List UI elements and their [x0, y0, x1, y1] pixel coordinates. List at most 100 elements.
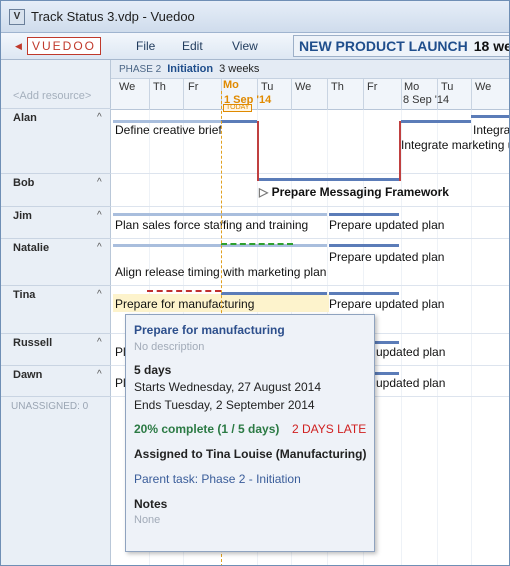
- collapse-chevron-icon[interactable]: ^: [97, 289, 102, 300]
- tooltip-duration: 5 days: [134, 363, 172, 377]
- day-divider: [363, 79, 364, 110]
- today-day-label: Mo: [223, 79, 239, 91]
- task-bar[interactable]: [329, 213, 399, 216]
- tooltip-start: Starts Wednesday, 27 August 2014: [134, 380, 322, 394]
- resource-bob[interactable]: Bob: [13, 177, 34, 189]
- project-duration: 18 weeks: [473, 38, 509, 54]
- task-bar[interactable]: [113, 213, 327, 216]
- day-label: Tu: [261, 81, 274, 93]
- resource-dawn[interactable]: Dawn: [13, 369, 42, 381]
- task-updated-plan[interactable]: updated plan: [376, 345, 445, 359]
- task-label: Prepare Messaging Framework: [271, 185, 449, 199]
- row-divider: [111, 173, 509, 174]
- task-bar[interactable]: [259, 178, 399, 181]
- task-bar[interactable]: [221, 292, 327, 295]
- resource-jim[interactable]: Jim: [13, 210, 32, 222]
- grid-line: [471, 110, 472, 565]
- task-bar[interactable]: [329, 244, 399, 247]
- menu-edit[interactable]: Edit: [182, 39, 203, 53]
- row-divider: [1, 333, 111, 334]
- day-divider: [471, 79, 472, 110]
- menu-view[interactable]: View: [232, 39, 258, 53]
- grid-line: [437, 110, 438, 565]
- collapse-chevron-icon[interactable]: ^: [97, 242, 102, 253]
- task-bar[interactable]: [221, 120, 257, 123]
- task-prepare-messaging-framework[interactable]: ▷ Prepare Messaging Framework: [259, 185, 449, 199]
- late-indicator: [147, 290, 221, 292]
- row-divider: [1, 396, 111, 397]
- app-window: V Track Status 3.vdp - Vuedoo ◀ VUEDOO F…: [0, 0, 510, 566]
- week-date-label: 8 Sep '14: [403, 94, 450, 106]
- task-bar[interactable]: [471, 115, 509, 118]
- dependency-arrow: [257, 121, 259, 181]
- day-divider: [291, 79, 292, 110]
- progress-indicator: [221, 243, 293, 245]
- collapse-chevron-icon[interactable]: ^: [97, 337, 102, 348]
- task-define-creative-brief[interactable]: Define creative brief: [115, 123, 222, 137]
- collapse-chevron-icon[interactable]: ^: [97, 369, 102, 380]
- task-prepare-updated-plan[interactable]: Prepare updated plan: [329, 297, 444, 311]
- timeline-header: We Th Fr Mo Tu We Th Fr Mo Tu We 1 Sep '…: [111, 79, 509, 112]
- task-prepare-updated-plan[interactable]: Prepare updated plan: [329, 218, 444, 232]
- task-updated-plan[interactable]: updated plan: [376, 376, 445, 390]
- window-title: Track Status 3.vdp - Vuedoo: [31, 9, 195, 24]
- tooltip-title: Prepare for manufacturing: [134, 323, 285, 337]
- phase-label: PHASE 2: [119, 64, 162, 75]
- collapse-chevron-icon[interactable]: ^: [97, 210, 102, 221]
- day-label: Mo: [404, 81, 420, 93]
- expand-triangle-icon[interactable]: ▷: [259, 185, 272, 199]
- phase-name[interactable]: Initiation: [167, 63, 213, 75]
- day-label: Fr: [188, 81, 199, 93]
- row-divider: [1, 173, 111, 174]
- day-divider: [149, 79, 150, 110]
- app-icon: V: [9, 9, 25, 25]
- task-plan-sales-force[interactable]: Plan sales force staffing and training: [115, 218, 308, 232]
- task-integrat[interactable]: Integrat: [473, 123, 509, 137]
- collapse-chevron-icon[interactable]: ^: [97, 177, 102, 188]
- phase-duration: 3 weeks: [219, 63, 260, 75]
- vuedoo-logo[interactable]: VUEDOO: [27, 37, 101, 55]
- tooltip-notes: None: [134, 514, 161, 526]
- row-divider: [1, 206, 111, 207]
- tooltip-parent-task[interactable]: Parent task: Phase 2 - Initiation: [134, 472, 301, 486]
- project-title-box[interactable]: NEW PRODUCT LAUNCH 18 weeks: [293, 35, 509, 57]
- resource-tina[interactable]: Tina: [13, 289, 35, 301]
- add-resource-button[interactable]: <Add resource>: [13, 90, 91, 102]
- tooltip-assigned: Assigned to Tina Louise (Manufacturing): [134, 447, 367, 461]
- resource-russell[interactable]: Russell: [13, 337, 52, 349]
- unassigned-count: UNASSIGNED: 0: [11, 401, 89, 412]
- task-prepare-updated-plan[interactable]: Prepare updated plan: [329, 250, 444, 264]
- day-label: We: [475, 81, 492, 93]
- row-divider: [1, 365, 111, 366]
- day-divider: [183, 79, 184, 110]
- tooltip-end: Ends Tuesday, 2 September 2014: [134, 398, 315, 412]
- resource-panel: <Add resource> Alan ^ Bob ^ Jim ^ Natali…: [1, 60, 111, 565]
- resource-alan[interactable]: Alan: [13, 112, 37, 124]
- menu-file[interactable]: File: [136, 39, 155, 53]
- day-label: Tu: [441, 81, 454, 93]
- day-label: We: [295, 81, 312, 93]
- today-tag: TODAY: [223, 104, 253, 112]
- task-bar[interactable]: [329, 292, 399, 295]
- tooltip-complete: 20% complete (1 / 5 days): [134, 422, 280, 436]
- title-bar: V Track Status 3.vdp - Vuedoo: [1, 1, 509, 33]
- task-integrate-marketing[interactable]: Integrate marketing u: [401, 138, 509, 152]
- task-bar[interactable]: [113, 244, 327, 247]
- task-tooltip: Prepare for manufacturing No description…: [125, 314, 375, 552]
- collapse-chevron-icon[interactable]: ^: [97, 112, 102, 123]
- day-label: Th: [153, 81, 166, 93]
- task-bar[interactable]: [401, 120, 471, 123]
- day-label: Th: [331, 81, 344, 93]
- back-arrow-icon[interactable]: ◀: [15, 41, 22, 52]
- project-title: NEW PRODUCT LAUNCH: [299, 38, 468, 54]
- tooltip-notes-label: Notes: [134, 497, 168, 511]
- tooltip-description: No description: [134, 341, 205, 353]
- task-prepare-for-manufacturing[interactable]: Prepare for manufacturing: [115, 297, 254, 311]
- day-divider: [327, 79, 328, 110]
- day-label: We: [119, 81, 136, 93]
- grid-line: [401, 110, 402, 565]
- resource-natalie[interactable]: Natalie: [13, 242, 49, 254]
- row-divider: [1, 238, 111, 239]
- day-label: Fr: [367, 81, 378, 93]
- phase-bar: PHASE 2 Initiation 3 weeks: [111, 60, 509, 79]
